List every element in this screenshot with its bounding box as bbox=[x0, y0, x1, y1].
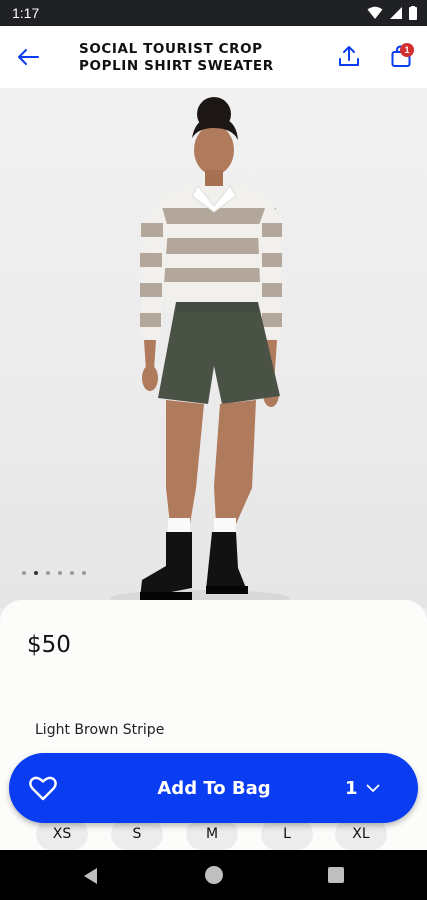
product-price: $50 bbox=[27, 632, 71, 658]
add-to-bag-button[interactable]: Add To Bag bbox=[119, 753, 309, 823]
battery-icon bbox=[409, 6, 417, 20]
product-color-label: Light Brown Stripe bbox=[35, 722, 165, 738]
pagination-dot bbox=[22, 571, 26, 575]
status-time: 1:17 bbox=[12, 5, 40, 21]
heart-icon bbox=[29, 776, 57, 801]
page-title: SOCIAL TOURIST CROP POPLIN SHIRT SWEATER bbox=[79, 41, 319, 75]
share-button[interactable] bbox=[333, 40, 365, 72]
nav-back-icon[interactable] bbox=[82, 867, 98, 885]
model-photo bbox=[110, 97, 290, 606]
pagination-dot bbox=[70, 571, 74, 575]
chevron-down-icon bbox=[366, 784, 379, 792]
add-to-bag-bar: Add To Bag 1 bbox=[9, 753, 418, 823]
image-pagination-dots bbox=[22, 571, 86, 575]
nav-home-icon[interactable] bbox=[205, 866, 223, 884]
nav-recents-icon[interactable] bbox=[328, 867, 344, 883]
pagination-dot bbox=[34, 571, 38, 575]
back-button[interactable] bbox=[0, 26, 56, 88]
pagination-dot bbox=[46, 571, 50, 575]
shopping-bag-button[interactable]: 1 bbox=[385, 40, 417, 72]
bag-count-badge: 1 bbox=[400, 43, 414, 57]
quantity-selector[interactable]: 1 bbox=[345, 753, 380, 823]
app-header: SOCIAL TOURIST CROP POPLIN SHIRT SWEATER… bbox=[0, 26, 427, 88]
pagination-dot bbox=[58, 571, 62, 575]
quantity-value: 1 bbox=[345, 777, 358, 799]
system-nav-bar bbox=[0, 850, 427, 900]
share-icon bbox=[339, 46, 359, 66]
pagination-dot bbox=[82, 571, 86, 575]
product-image[interactable] bbox=[0, 88, 427, 608]
arrow-left-icon bbox=[18, 49, 39, 65]
signal-icon bbox=[390, 7, 402, 19]
page-title-line1: SOCIAL TOURIST CROP bbox=[79, 41, 263, 57]
status-bar: 1:17 bbox=[0, 0, 427, 26]
product-detail-screen: 1:17 SOCIAL TOURIST CROP POPLIN SHIRT SW… bbox=[0, 0, 427, 900]
wifi-icon bbox=[367, 6, 383, 19]
wishlist-button[interactable] bbox=[27, 772, 59, 804]
page-title-line2: POPLIN SHIRT SWEATER bbox=[79, 58, 274, 74]
